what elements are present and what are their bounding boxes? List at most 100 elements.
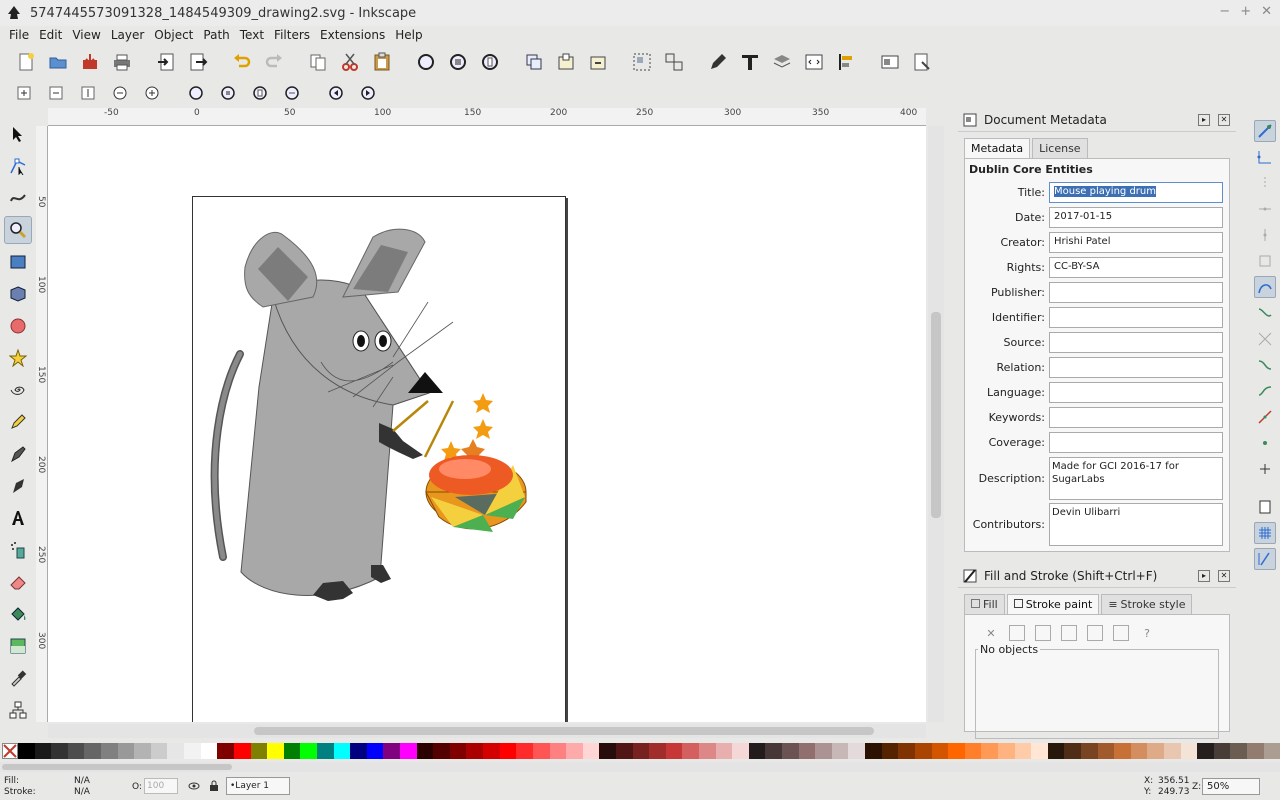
menu-file[interactable]: File <box>4 28 34 42</box>
color-swatch[interactable] <box>150 743 168 759</box>
color-swatch[interactable] <box>798 743 816 759</box>
color-swatch[interactable] <box>101 743 118 759</box>
color-swatch[interactable] <box>765 743 783 759</box>
color-swatch[interactable] <box>848 743 866 759</box>
color-swatch[interactable] <box>84 743 102 759</box>
zoom-1-2-button[interactable] <box>110 83 130 103</box>
creator-field[interactable]: Hrishi Patel <box>1049 232 1223 253</box>
color-swatch[interactable] <box>1081 743 1098 759</box>
menu-object[interactable]: Object <box>149 28 198 42</box>
snap-smooth-button[interactable] <box>1254 380 1276 402</box>
zoom-out-button[interactable] <box>46 83 66 103</box>
color-swatch[interactable] <box>682 743 699 759</box>
opacity-spinbox[interactable]: 100 <box>144 778 178 794</box>
zoom-2-1-button[interactable] <box>142 83 162 103</box>
scroll-thumb[interactable] <box>931 312 941 518</box>
snap-bbox-corner-button[interactable] <box>1254 198 1276 220</box>
group-button[interactable] <box>630 50 654 74</box>
color-swatch[interactable] <box>566 743 583 759</box>
tab-stroke-paint[interactable]: Stroke paint <box>1006 594 1100 614</box>
color-swatch[interactable] <box>217 743 234 759</box>
color-swatch[interactable] <box>1213 743 1231 759</box>
color-swatch[interactable] <box>34 743 52 759</box>
cut-button[interactable] <box>338 50 362 74</box>
snap-midpoint-button[interactable] <box>1254 406 1276 428</box>
color-swatch[interactable] <box>1064 743 1081 759</box>
title-field[interactable]: Mouse playing drum <box>1049 182 1223 203</box>
horizontal-ruler[interactable]: -50 0 50 100 150 200 250 300 350 400 <box>48 108 926 126</box>
save-button[interactable] <box>78 50 102 74</box>
contributors-field[interactable]: Devin Ulibarri <box>1049 502 1223 546</box>
color-swatch[interactable] <box>499 743 517 759</box>
panel-close-button[interactable]: ✕ <box>1218 569 1230 582</box>
color-swatch[interactable] <box>582 743 600 759</box>
menu-filters[interactable]: Filters <box>269 28 315 42</box>
current-layer-dropdown[interactable]: •Layer 1 <box>226 777 290 795</box>
panel-iconify-button[interactable]: ▸ <box>1198 113 1210 126</box>
canvas-horizontal-scrollbar[interactable] <box>48 724 926 738</box>
color-swatch[interactable] <box>732 743 749 759</box>
panel-iconify-button[interactable]: ▸ <box>1198 569 1210 582</box>
color-swatch[interactable] <box>881 743 899 759</box>
minimize-button[interactable]: − <box>1219 4 1230 19</box>
color-swatch[interactable] <box>1197 743 1214 759</box>
snap-bbox-button[interactable] <box>1254 146 1276 168</box>
snap-grid-button[interactable] <box>1254 522 1276 544</box>
color-swatch[interactable] <box>914 743 932 759</box>
relation-field[interactable] <box>1049 357 1223 378</box>
layers-button[interactable] <box>770 50 794 74</box>
palette-scrollbar[interactable] <box>0 762 1280 772</box>
rectangle-tool[interactable] <box>4 248 32 276</box>
color-swatch[interactable] <box>748 743 766 759</box>
no-color-swatch[interactable] <box>2 743 18 759</box>
drawing-canvas[interactable] <box>48 126 926 722</box>
selector-tool[interactable] <box>4 120 32 148</box>
eye-visibility-icon[interactable] <box>188 780 200 792</box>
color-swatch[interactable] <box>316 743 334 759</box>
text-tool[interactable] <box>4 504 32 532</box>
color-swatch[interactable] <box>1263 743 1280 759</box>
print-button[interactable] <box>110 50 134 74</box>
color-swatch[interactable] <box>283 743 301 759</box>
zoom-in-button[interactable] <box>14 83 34 103</box>
zoom-tool[interactable] <box>4 216 32 244</box>
flat-color-button[interactable] <box>1009 625 1025 641</box>
color-swatch[interactable] <box>416 743 434 759</box>
tweak-tool[interactable] <box>4 184 32 212</box>
paste-button[interactable] <box>370 50 394 74</box>
color-swatch[interactable] <box>931 743 949 759</box>
spiral-tool[interactable] <box>4 376 32 404</box>
gradient-tool[interactable] <box>4 632 32 660</box>
eraser-tool[interactable] <box>4 568 32 596</box>
color-swatch[interactable] <box>615 743 633 759</box>
open-button[interactable] <box>46 50 70 74</box>
snap-path-button[interactable] <box>1254 302 1276 324</box>
color-swatch[interactable] <box>400 743 417 759</box>
snap-bbox-midpoint-button[interactable] <box>1254 224 1276 246</box>
color-swatch[interactable] <box>51 743 68 759</box>
color-swatch[interactable] <box>167 743 185 759</box>
new-document-button[interactable] <box>14 50 38 74</box>
tab-stroke-style[interactable]: ≡ Stroke style <box>1101 594 1193 614</box>
color-swatch[interactable] <box>18 743 35 759</box>
color-swatch[interactable] <box>267 743 284 759</box>
paint-bucket-tool[interactable] <box>4 600 32 628</box>
color-swatch[interactable] <box>865 743 882 759</box>
color-swatch[interactable] <box>134 743 151 759</box>
no-paint-button[interactable]: ✕ <box>983 625 999 641</box>
color-swatch[interactable] <box>1230 743 1248 759</box>
xml-button[interactable] <box>802 50 826 74</box>
text-font-button[interactable] <box>738 50 762 74</box>
zoom-fit-selection-button[interactable] <box>186 83 206 103</box>
canvas-vertical-scrollbar[interactable] <box>928 126 944 722</box>
radial-gradient-button[interactable] <box>1061 625 1077 641</box>
redo-button[interactable] <box>262 50 286 74</box>
unset-paint-button[interactable]: ? <box>1139 625 1155 641</box>
document-properties-button[interactable] <box>878 50 902 74</box>
stroke-indicator-value[interactable]: N/A <box>74 787 90 797</box>
color-swatch[interactable] <box>599 743 616 759</box>
color-swatch[interactable] <box>948 743 965 759</box>
description-field[interactable]: Made for GCI 2016-17 for SugarLabs <box>1049 456 1223 500</box>
menu-extensions[interactable]: Extensions <box>315 28 390 42</box>
copy-button[interactable] <box>306 50 330 74</box>
